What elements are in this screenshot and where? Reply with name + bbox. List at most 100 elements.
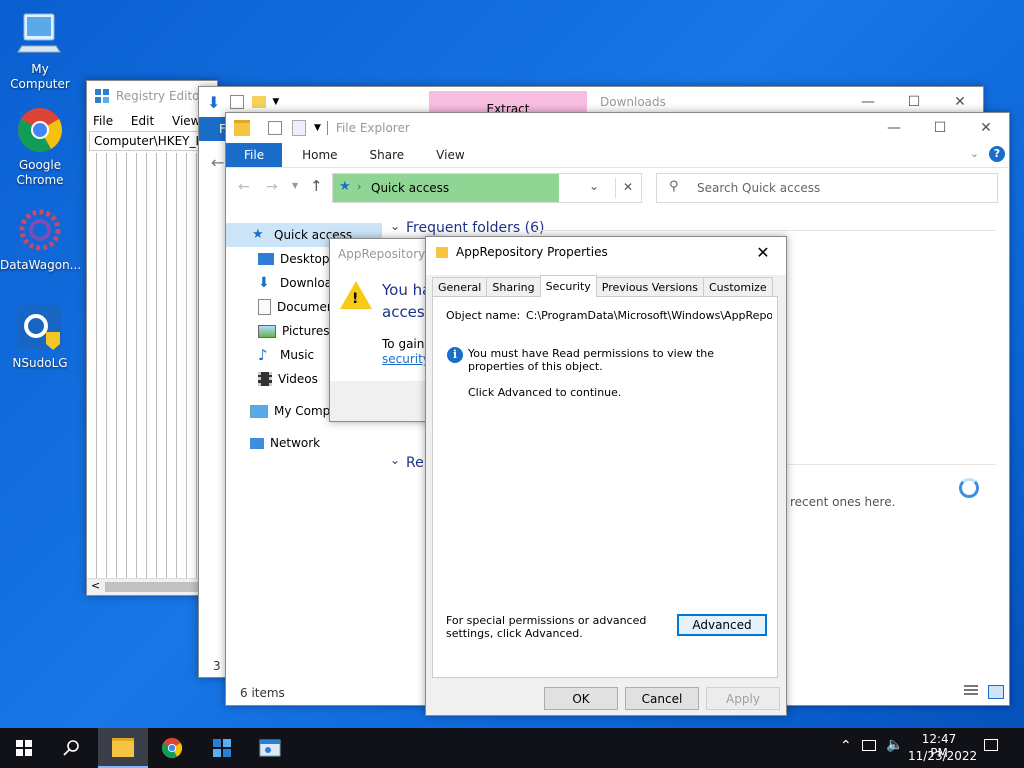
nav-label: Pictures — [282, 324, 330, 338]
chrome-icon — [161, 737, 183, 759]
search-button[interactable] — [48, 728, 96, 768]
registry-menu-file[interactable]: File — [93, 114, 113, 128]
address-text: Quick access — [371, 181, 450, 195]
network-icon — [250, 437, 264, 449]
titlebar-bottom-fill — [426, 267, 786, 275]
address-clear-icon[interactable]: ✕ — [623, 180, 633, 194]
properties-tabs: General Sharing Security Previous Versio… — [432, 275, 773, 297]
address-dropdown-icon[interactable]: ⌄ — [589, 179, 599, 193]
clock-date[interactable]: 11/23/2022 — [908, 749, 977, 763]
registry-menu-view[interactable]: View — [172, 114, 200, 128]
tab-security[interactable]: Security — [539, 275, 597, 297]
frequent-folders-header[interactable]: Frequent folders (6) — [406, 220, 545, 236]
quick-access-star-icon: ★ — [252, 227, 264, 242]
properties-check-icon[interactable] — [268, 121, 282, 135]
taskbar-registry-editor[interactable] — [198, 728, 246, 768]
search-input[interactable]: Search Quick access — [697, 181, 820, 195]
help-icon[interactable]: ? — [989, 146, 1005, 162]
search-box[interactable]: ⚲ Search Quick access — [656, 173, 998, 203]
computer-icon — [250, 404, 268, 418]
show-hidden-icons-icon[interactable]: ⌃ — [840, 738, 852, 754]
cancel-button[interactable]: Cancel — [625, 687, 699, 710]
close-icon[interactable]: ✕ — [740, 237, 786, 267]
folder-small-icon[interactable] — [252, 96, 267, 108]
close-icon[interactable]: ✕ — [963, 113, 1009, 143]
taskbar: ⌃ 🔈 12:47 PM 11/23/2022 — [0, 728, 1024, 768]
taskbar-properties-app[interactable] — [246, 728, 294, 768]
explorer-title: File Explorer — [335, 121, 410, 135]
new-folder-icon[interactable] — [292, 120, 306, 136]
qat-dropdown-icon[interactable]: ▼ — [314, 123, 321, 133]
windows-logo-icon — [16, 740, 32, 756]
qat-dropdown-icon[interactable]: ▼ — [272, 97, 279, 107]
window-settings-icon — [259, 739, 281, 757]
tab-view[interactable]: View — [422, 143, 478, 167]
tab-home[interactable]: Home — [288, 143, 351, 167]
taskbar-chrome[interactable] — [148, 728, 196, 768]
desktop-icon-google-chrome[interactable]: Google Chrome — [0, 106, 80, 188]
registry-address-bar[interactable]: Computer\HKEY_LO — [89, 131, 215, 151]
registry-app-icon — [94, 88, 110, 104]
tab-previous-versions[interactable]: Previous Versions — [595, 277, 704, 297]
taskbar-file-explorer[interactable] — [98, 728, 148, 768]
tab-general[interactable]: General — [432, 277, 488, 297]
properties-check-icon[interactable] — [230, 95, 245, 109]
nav-network[interactable]: Network — [226, 431, 382, 455]
maximize-icon[interactable]: ☐ — [917, 113, 963, 143]
document-icon — [258, 299, 271, 315]
registry-menu-edit[interactable]: Edit — [131, 114, 154, 128]
search-icon: ⚲ — [669, 179, 679, 194]
recent-collapse-chevron-icon[interactable]: ⌄ — [390, 453, 400, 467]
recent-locations-icon[interactable]: ▼ — [292, 181, 298, 190]
registry-title: Registry Editor — [116, 89, 205, 103]
tab-customize[interactable]: Customize — [702, 277, 773, 297]
desktop-icon — [258, 253, 274, 265]
desktop-icon-label: Google Chrome — [16, 158, 64, 187]
desktop-icon-nsudolg[interactable]: NSudoLG — [0, 304, 80, 371]
properties-dialog[interactable]: AppRepository Properties ✕ General Shari… — [425, 236, 787, 716]
address-bar[interactable]: ★ › Quick access ⌄ ✕ — [332, 173, 642, 203]
ok-button[interactable]: OK — [544, 687, 618, 710]
back-arrow-icon[interactable]: ← — [211, 153, 224, 172]
video-film-icon — [258, 372, 272, 386]
details-view-icon[interactable] — [964, 685, 978, 697]
explorer-titlebar[interactable]: ▼ File Explorer — ☐ ✕ — [226, 113, 1009, 143]
tab-file[interactable]: File — [226, 143, 283, 167]
desktop-icon-label: My Computer — [10, 62, 70, 91]
click-advanced-message: Click Advanced to continue. — [468, 386, 622, 399]
datawagon-icon — [16, 206, 64, 254]
back-icon[interactable]: ← — [238, 179, 250, 195]
nav-label: Documen — [277, 300, 335, 314]
search-icon — [63, 740, 79, 756]
tab-share[interactable]: Share — [356, 143, 419, 167]
nav-label: Network — [270, 436, 321, 450]
explorer-status-bar: 6 items — [240, 686, 285, 700]
desktop-icon-datawagon[interactable]: DataWagon... — [0, 206, 81, 273]
recent-header-divider — [786, 464, 996, 465]
apply-button[interactable]: Apply — [706, 687, 780, 710]
notification-center-icon[interactable] — [984, 739, 998, 751]
ribbon-expand-icon[interactable]: ⌄ — [970, 147, 979, 160]
forward-icon[interactable]: → — [266, 179, 278, 195]
start-button[interactable] — [0, 728, 48, 768]
volume-icon[interactable]: 🔈 — [886, 737, 903, 753]
desktop-icon-my-computer[interactable]: My Computer — [0, 10, 80, 92]
network-tray-icon[interactable] — [862, 740, 876, 751]
folder-icon — [112, 737, 134, 757]
frequent-collapse-chevron-icon[interactable]: ⌄ — [390, 219, 400, 233]
up-icon[interactable]: ↑ — [310, 177, 323, 195]
recent-files-header[interactable]: Re — [406, 455, 424, 471]
security-tab-link[interactable]: security — [382, 352, 430, 366]
download-arrow-icon: ⬇ — [258, 275, 270, 291]
object-name-label: Object name: — [446, 309, 521, 322]
object-name-value: C:\ProgramData\Microsoft\Windows\AppRepo… — [526, 309, 772, 322]
access-dialog-title: AppRepository — [338, 247, 426, 261]
scroll-left-icon[interactable]: < — [91, 579, 100, 592]
large-icons-view-icon[interactable] — [988, 685, 1004, 699]
music-note-icon: ♪ — [258, 346, 268, 364]
tab-sharing[interactable]: Sharing — [486, 277, 541, 297]
recent-empty-message: recent ones here. — [790, 495, 896, 509]
properties-titlebar[interactable]: AppRepository Properties ✕ — [426, 237, 786, 267]
minimize-icon[interactable]: — — [871, 113, 917, 143]
advanced-button[interactable]: Advanced — [677, 614, 767, 636]
